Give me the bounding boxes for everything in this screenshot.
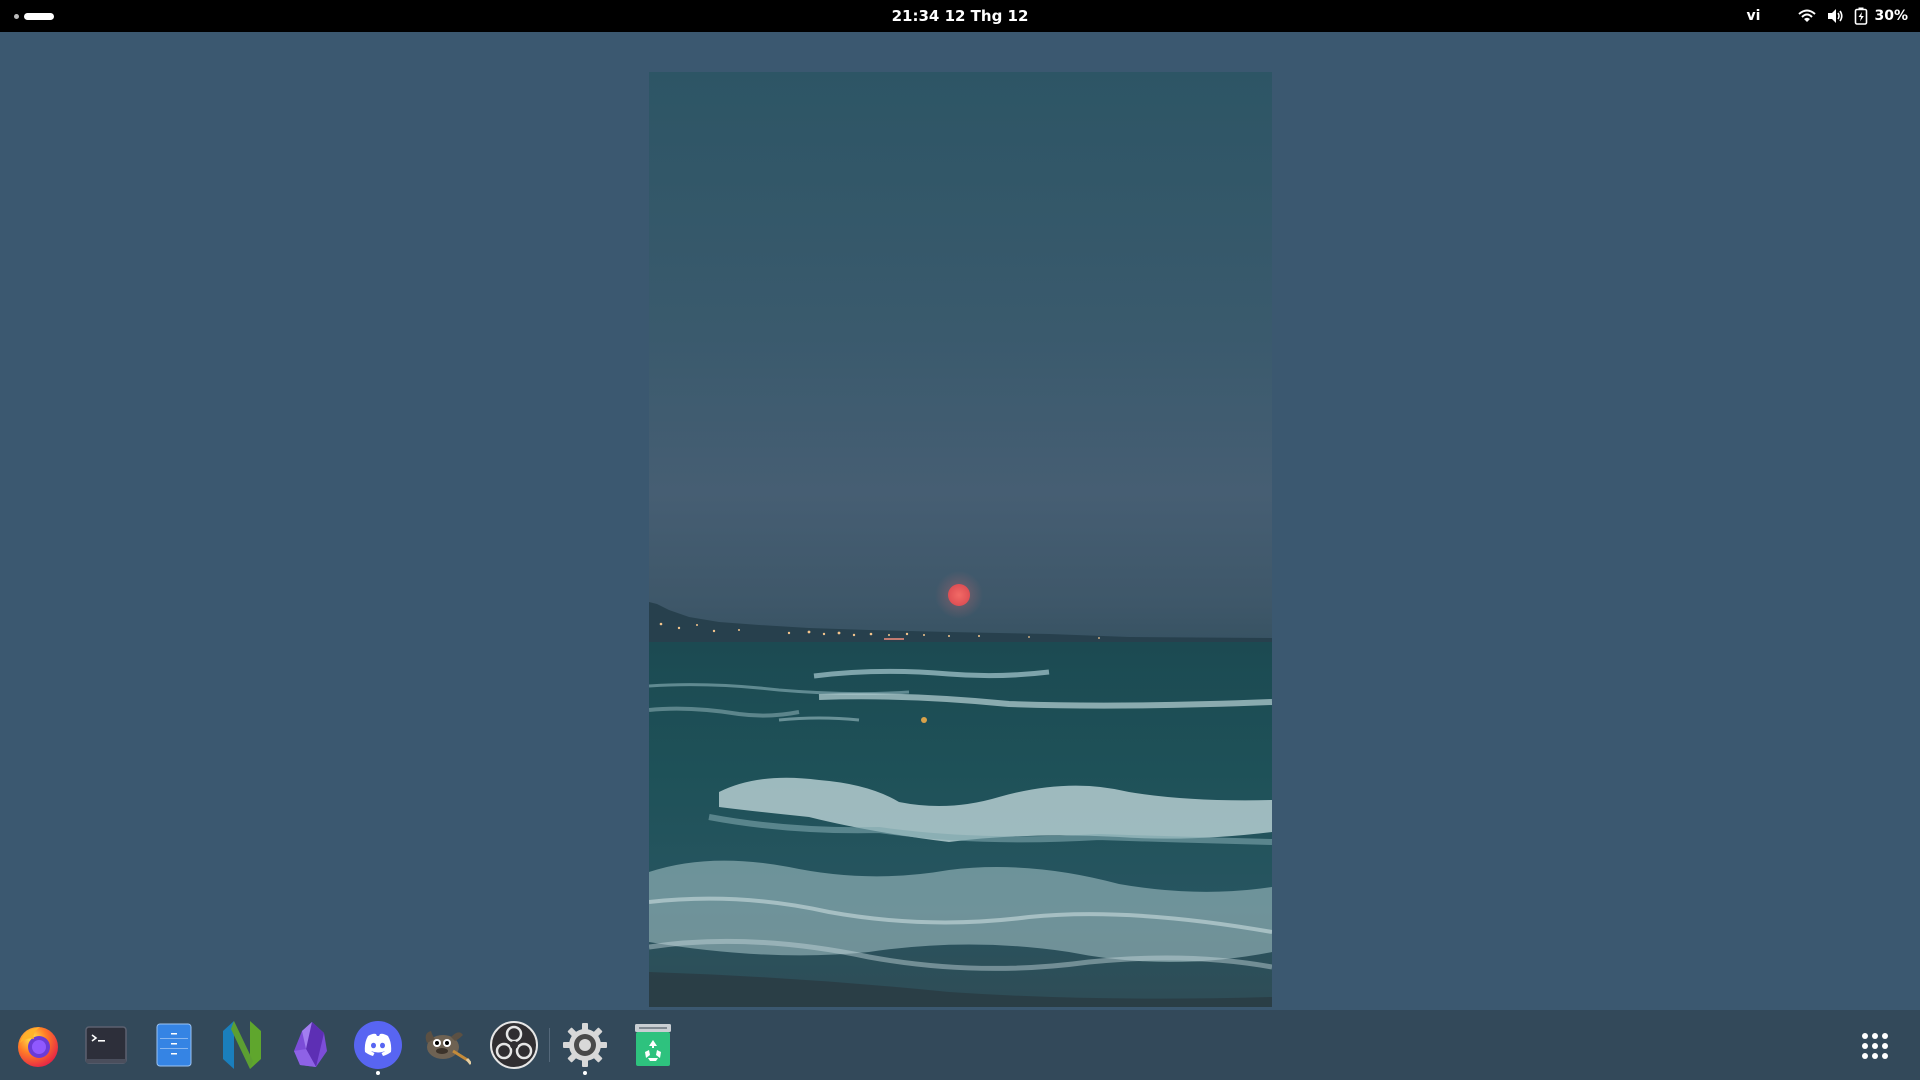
system-tray[interactable]: vi 30%: [1747, 0, 1908, 32]
files-icon: [156, 1023, 192, 1067]
top-bar: 21:34 12 Thg 12 vi 30%: [0, 0, 1920, 32]
settings-gear-icon: [563, 1023, 607, 1067]
dock-separator: [549, 1028, 550, 1062]
dock-app-trash[interactable]: [627, 1019, 679, 1071]
dock-app-gimp[interactable]: [420, 1019, 472, 1071]
workspace-active-pill[interactable]: [24, 12, 54, 20]
dock-app-firefox[interactable]: [12, 1019, 64, 1071]
dock-app-obs[interactable]: [488, 1019, 540, 1071]
running-indicator: [583, 1071, 587, 1075]
app-grid-icon: [1862, 1033, 1868, 1039]
neovim-icon: [223, 1021, 261, 1069]
discord-icon: [354, 1021, 402, 1069]
clock-label[interactable]: 21:34 12 Thg 12: [882, 4, 1039, 28]
firefox-icon: [18, 1027, 58, 1067]
workspace-dot[interactable]: [14, 13, 19, 19]
language-indicator[interactable]: vi: [1747, 8, 1761, 24]
dock-app-neovim[interactable]: [216, 1019, 268, 1071]
volume-icon: [1826, 8, 1844, 24]
running-indicator: [376, 1071, 380, 1075]
dock-app-files[interactable]: [148, 1019, 200, 1071]
dock-app-settings[interactable]: [559, 1019, 611, 1075]
trash-icon: [635, 1024, 671, 1066]
dock-app-obsidian[interactable]: [284, 1019, 336, 1071]
workspace-indicator[interactable]: [14, 0, 54, 32]
dock-app-discord[interactable]: [352, 1019, 404, 1075]
show-applications-button[interactable]: [1855, 1026, 1895, 1066]
wallpaper-image: [649, 72, 1272, 1007]
dock-app-terminal[interactable]: [80, 1019, 132, 1071]
battery-percent: 30%: [1874, 8, 1908, 24]
battery-charging-icon: [1854, 7, 1868, 25]
gimp-icon: [425, 1031, 471, 1065]
obs-icon: [490, 1021, 538, 1069]
terminal-icon: [85, 1026, 127, 1064]
clock-container: 21:34 12 Thg 12: [0, 0, 1920, 32]
wifi-icon: [1798, 9, 1817, 23]
dock: [0, 1010, 1920, 1080]
obsidian-icon: [294, 1022, 327, 1067]
